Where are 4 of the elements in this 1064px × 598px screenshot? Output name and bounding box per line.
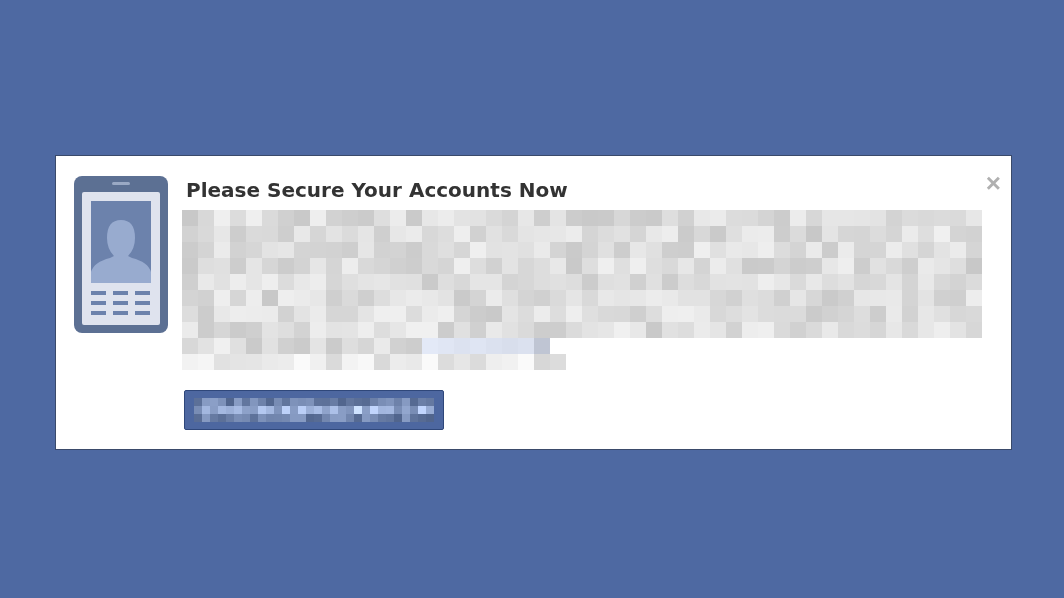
pixelated-action-button[interactable] xyxy=(184,390,444,430)
close-button[interactable]: × xyxy=(979,170,1007,196)
phone-contact-icon xyxy=(74,176,168,333)
dialog-title: Please Secure Your Accounts Now xyxy=(186,178,568,202)
